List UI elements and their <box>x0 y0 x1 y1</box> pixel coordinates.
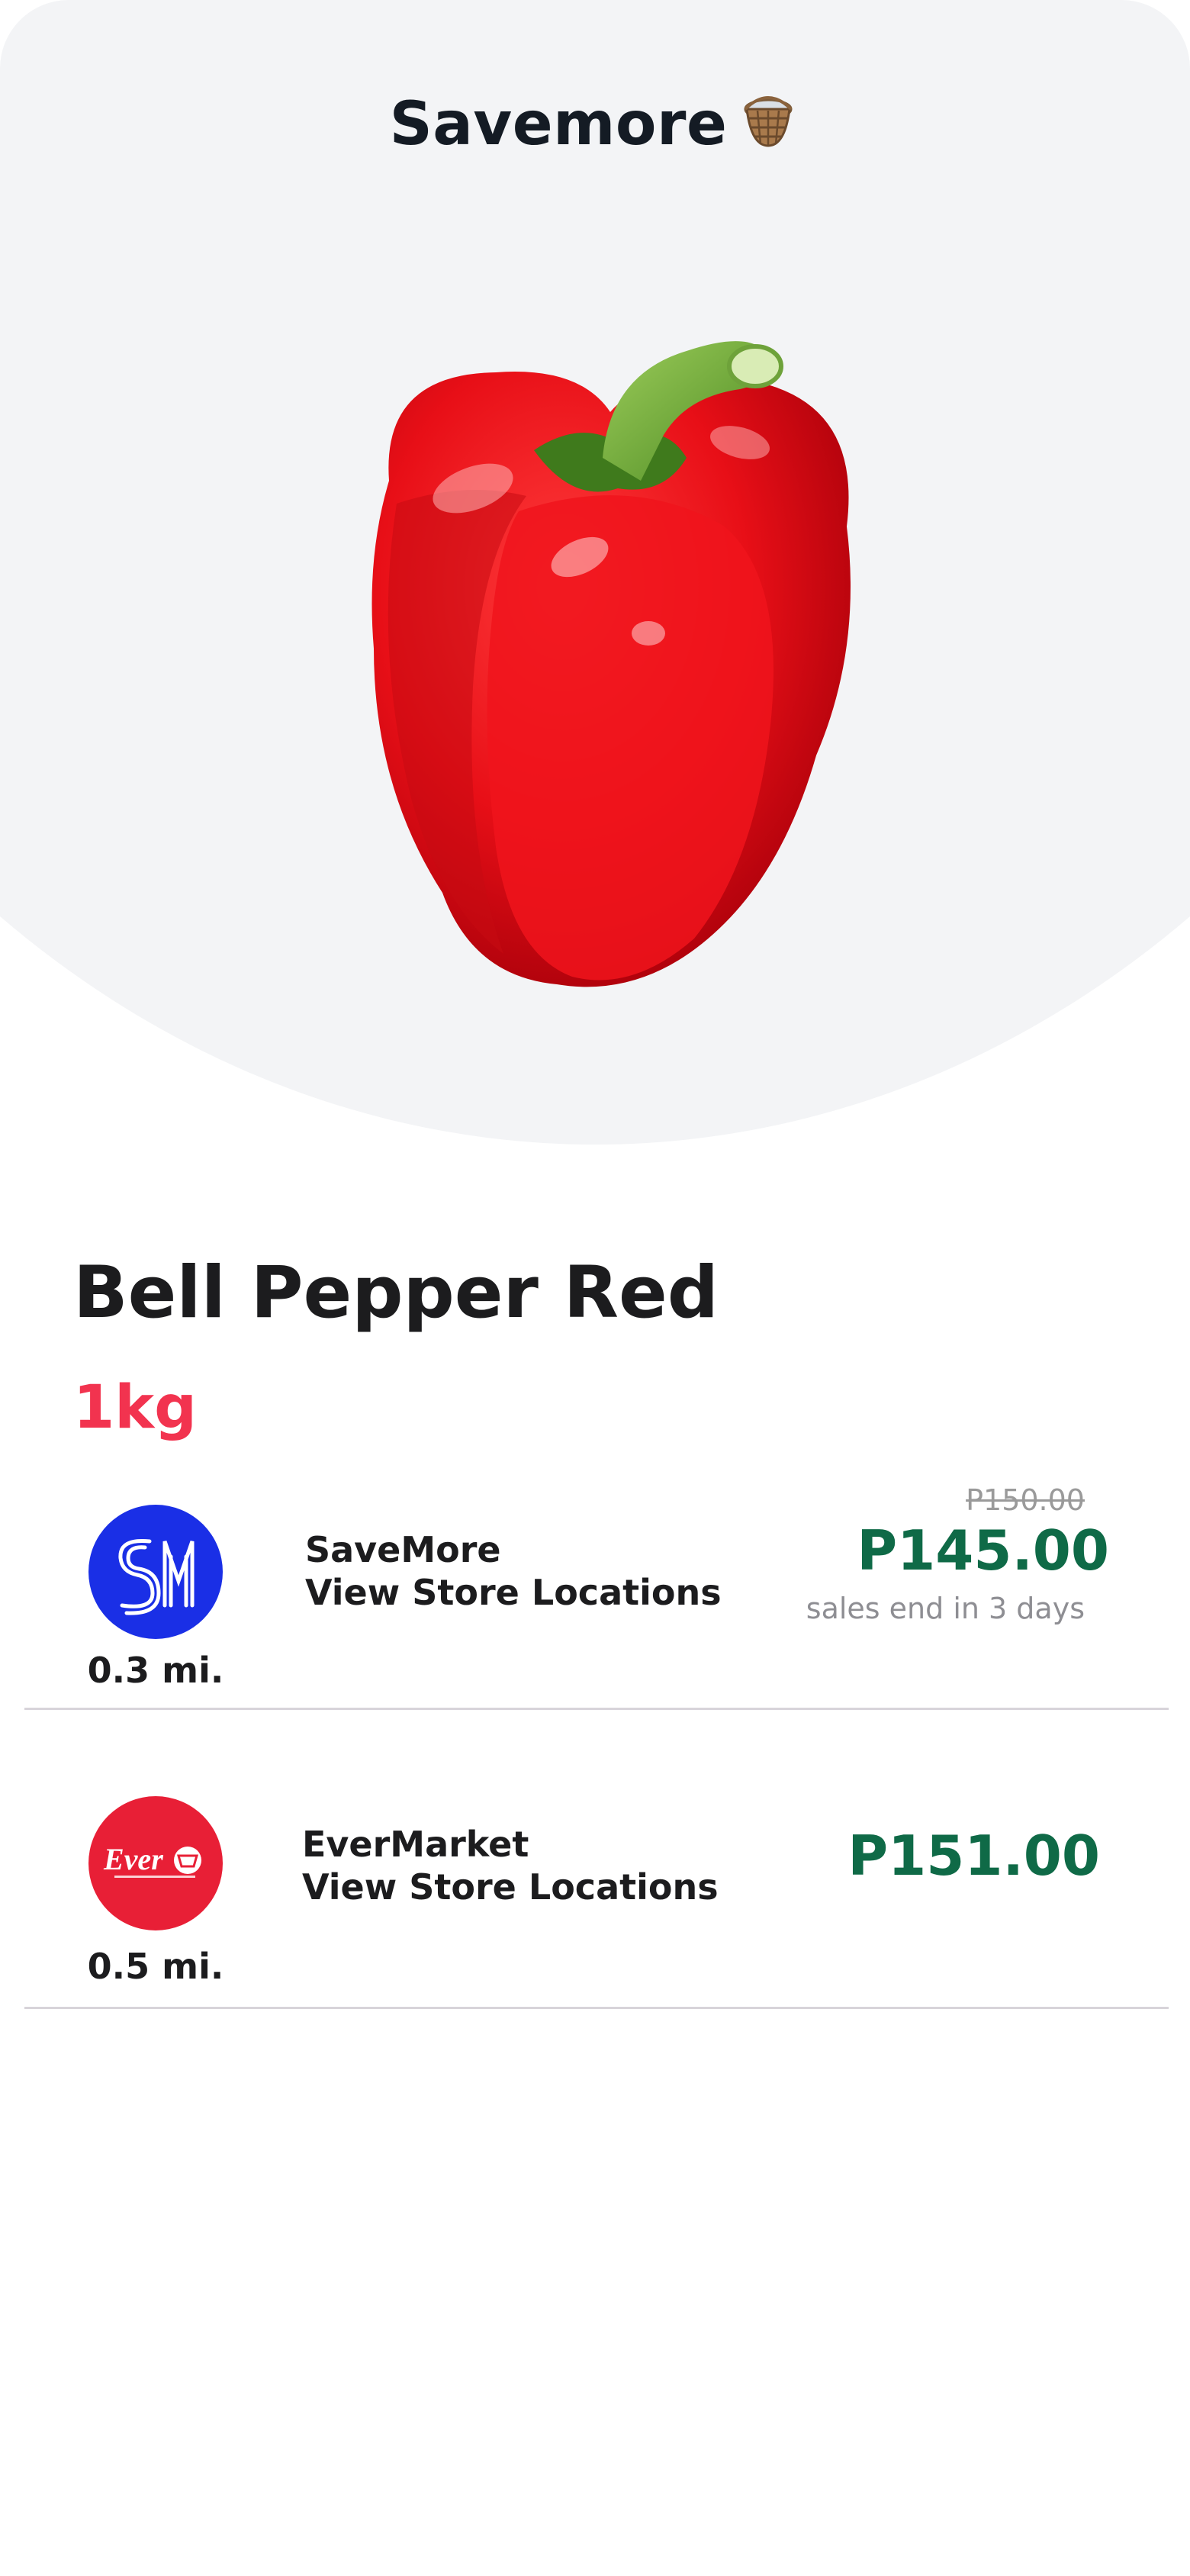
basket-icon <box>736 92 800 163</box>
original-price: P150.00 <box>966 1483 1085 1517</box>
store-price: P151.00 <box>847 1824 1100 1888</box>
store-row-savemore[interactable]: 0.3 mi. SaveMore View Store Locations P1… <box>24 1473 1169 1717</box>
sm-logo-icon <box>88 1505 223 1639</box>
svg-text:Ever: Ever <box>103 1842 163 1876</box>
product-name: Bell Pepper Red <box>73 1251 719 1335</box>
row-divider <box>24 2007 1169 2009</box>
store-distance: 0.3 mi. <box>87 1650 224 1691</box>
product-detail-screen: Savemore Bell Pepper Red 1kg 0.3 mi. Sav… <box>0 0 1190 2576</box>
store-name: SaveMore <box>305 1529 501 1570</box>
page-title-text: Savemore <box>389 90 728 159</box>
store-name: EverMarket <box>302 1824 529 1865</box>
product-weight: 1kg <box>73 1373 197 1442</box>
sale-price: P145.00 <box>857 1518 1109 1583</box>
row-divider <box>24 1708 1169 1710</box>
store-distance: 0.5 mi. <box>87 1946 224 1987</box>
view-store-locations-link[interactable]: View Store Locations <box>302 1866 719 1908</box>
red-bell-pepper-image <box>328 328 908 1000</box>
view-store-locations-link[interactable]: View Store Locations <box>305 1572 722 1613</box>
store-row-evermarket[interactable]: Ever 0.5 mi. EverMarket View Store Locat… <box>24 1717 1169 2014</box>
ever-logo-icon: Ever <box>88 1796 223 1930</box>
sale-end-note: sales end in 3 days <box>806 1592 1085 1625</box>
page-title: Savemore <box>0 90 1190 163</box>
